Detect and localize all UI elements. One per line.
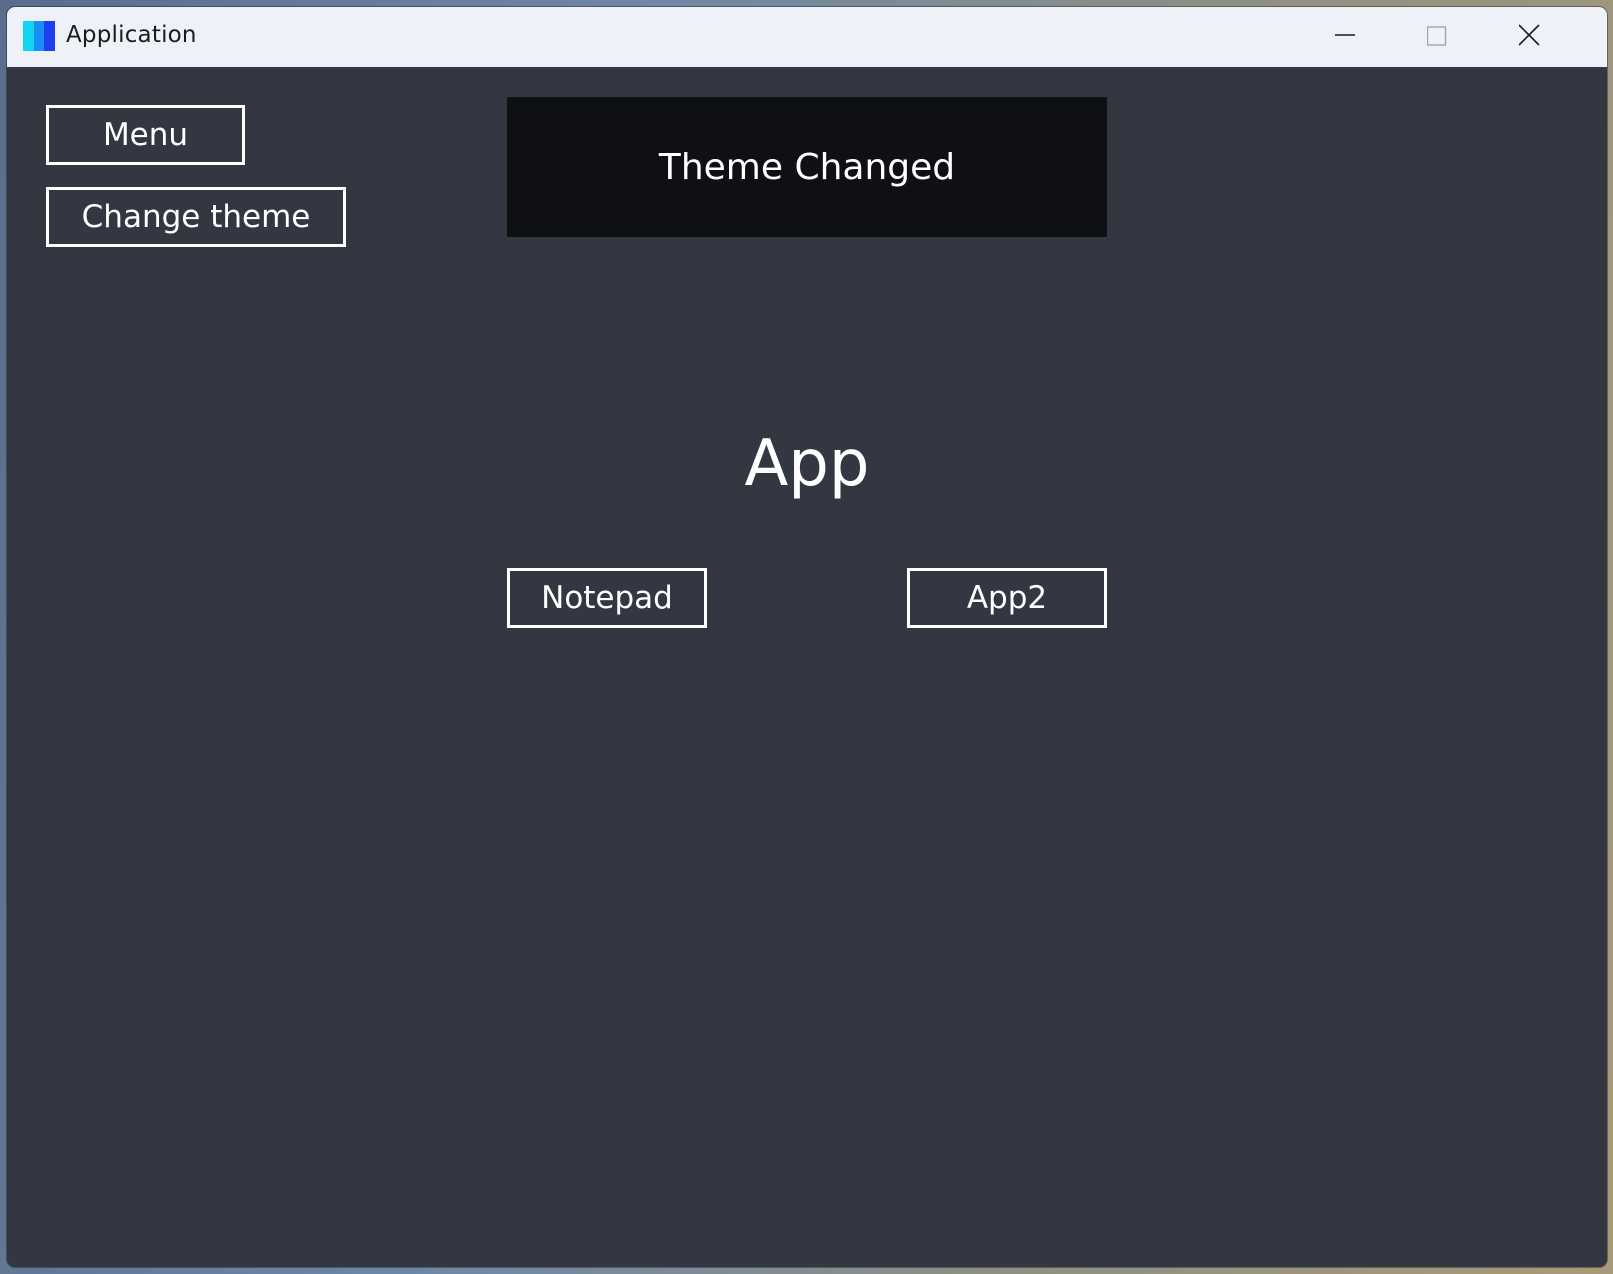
app2-button[interactable]: App2 — [907, 568, 1107, 628]
window-title: Application — [66, 22, 197, 48]
maximize-button[interactable] — [1427, 7, 1519, 67]
close-icon — [1519, 24, 1540, 46]
title-bar[interactable]: Application — [7, 7, 1607, 67]
app-heading: App — [744, 427, 870, 501]
menu-button[interactable]: Menu — [46, 105, 245, 165]
application-window: Application Menu Change theme Theme Chan… — [7, 7, 1607, 1267]
minimize-icon — [1335, 34, 1355, 36]
close-button[interactable] — [1519, 7, 1607, 67]
maximize-icon — [1427, 26, 1447, 46]
minimize-button[interactable] — [1335, 7, 1427, 67]
change-theme-button[interactable]: Change theme — [46, 187, 346, 247]
theme-changed-notification: Theme Changed — [507, 97, 1107, 237]
app-logo-icon — [23, 21, 55, 51]
notification-text: Theme Changed — [658, 146, 956, 188]
notepad-button[interactable]: Notepad — [507, 568, 707, 628]
